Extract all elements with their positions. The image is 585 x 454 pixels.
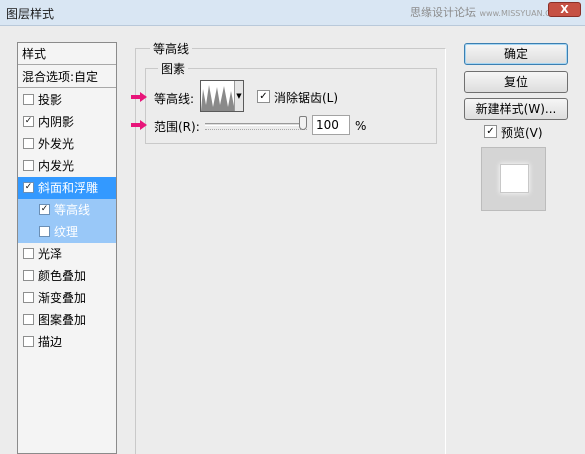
style-checkbox[interactable] <box>39 226 50 237</box>
range-value: 100 <box>316 118 339 132</box>
style-item[interactable]: ✓ 等高线 <box>18 199 116 221</box>
check-icon: ✓ <box>24 182 33 192</box>
style-checkbox[interactable]: ✓ <box>23 182 34 193</box>
style-item[interactable]: 光泽 <box>18 243 116 265</box>
style-item-label: 投影 <box>38 93 63 107</box>
style-item-label: 纹理 <box>54 225 79 239</box>
style-item[interactable]: 颜色叠加 <box>18 265 116 287</box>
style-item[interactable]: 内发光 <box>18 155 116 177</box>
style-checkbox[interactable] <box>23 336 34 347</box>
style-checkbox[interactable]: ✓ <box>39 204 50 215</box>
style-checkbox[interactable] <box>23 160 34 171</box>
ok-button-label: 确定 <box>503 47 528 61</box>
preview-checkbox[interactable]: ✓ <box>484 125 497 138</box>
style-item-label: 描边 <box>38 335 63 349</box>
style-list: 样式 混合选项:自定 投影 ✓ 内阴影外发光内发光 ✓ 斜面和浮雕 ✓ 等高线纹理光泽颜色叠… <box>17 42 117 454</box>
style-item[interactable]: ✓ 斜面和浮雕 <box>18 177 116 199</box>
style-item[interactable]: ✓ 内阴影 <box>18 111 116 133</box>
style-item-label: 光泽 <box>38 247 63 261</box>
anti-alias-checkbox[interactable]: ✓ <box>257 90 270 103</box>
window-title: 图层样式 <box>6 7 55 21</box>
arrow-right-icon <box>131 120 147 130</box>
close-icon: X <box>560 3 569 16</box>
watermark: 思缘设计论坛 www.MISSYUAN.COM <box>410 4 564 20</box>
style-checkbox[interactable]: ✓ <box>23 116 34 127</box>
style-item-label: 内发光 <box>38 159 75 173</box>
range-slider-thumb[interactable] <box>299 116 307 130</box>
style-item[interactable]: 外发光 <box>18 133 116 155</box>
range-slider-track[interactable] <box>205 123 307 126</box>
contour-curve-icon <box>201 85 235 111</box>
check-icon: ✓ <box>24 116 33 126</box>
style-item[interactable]: 渐变叠加 <box>18 287 116 309</box>
title-bar: 图层样式 思缘设计论坛 www.MISSYUAN.COM X <box>0 0 585 26</box>
range-unit: % <box>355 119 367 133</box>
style-list-header-label: 样式 <box>22 47 47 61</box>
new-style-button-label: 新建样式(W)... <box>475 102 557 116</box>
style-checkbox[interactable] <box>23 314 34 325</box>
check-icon: ✓ <box>486 126 495 137</box>
ok-button[interactable]: 确定 <box>464 43 568 65</box>
style-list-header[interactable]: 样式 <box>18 43 116 65</box>
style-checkbox[interactable] <box>23 94 34 105</box>
style-item-label: 等高线 <box>54 203 91 217</box>
style-item[interactable]: 纹理 <box>18 221 116 243</box>
style-item[interactable]: 投影 <box>18 89 116 111</box>
style-item-label: 斜面和浮雕 <box>38 181 99 195</box>
style-item-label: 外发光 <box>38 137 75 151</box>
style-item[interactable]: 描边 <box>18 331 116 353</box>
contour-label: 等高线: <box>154 92 195 106</box>
style-checkbox[interactable] <box>23 248 34 259</box>
check-icon: ✓ <box>259 91 268 102</box>
preview-label: 预览(V) <box>501 126 543 140</box>
style-item[interactable]: 图案叠加 <box>18 309 116 331</box>
anti-alias-label: 消除锯齿(L) <box>274 91 339 105</box>
reset-button[interactable]: 复位 <box>464 71 568 93</box>
style-checkbox[interactable] <box>23 292 34 303</box>
style-checkbox[interactable] <box>23 270 34 281</box>
arrow-right-icon <box>131 92 147 102</box>
contour-group-title: 等高线 <box>150 40 193 57</box>
blend-options-label: 混合选项:自定 <box>22 70 99 84</box>
contour-picker[interactable]: ▼ <box>200 80 244 112</box>
preview-swatch <box>481 147 546 211</box>
style-checkbox[interactable] <box>23 138 34 149</box>
style-item-label: 渐变叠加 <box>38 291 87 305</box>
style-item-label: 颜色叠加 <box>38 269 87 283</box>
check-icon: ✓ <box>40 204 49 214</box>
reset-button-label: 复位 <box>503 75 528 89</box>
range-input[interactable]: 100 <box>312 115 350 135</box>
watermark-text: 思缘设计论坛 <box>410 6 476 19</box>
blend-options-item[interactable]: 混合选项:自定 <box>18 66 116 88</box>
preview-sample <box>500 164 529 193</box>
close-button[interactable]: X <box>548 2 581 17</box>
elements-group-title: 图素 <box>158 60 189 77</box>
style-item-label: 图案叠加 <box>38 313 87 327</box>
new-style-button[interactable]: 新建样式(W)... <box>464 98 568 120</box>
range-label: 范围(R): <box>154 120 200 134</box>
chevron-down-icon[interactable]: ▼ <box>234 81 243 111</box>
style-item-label: 内阴影 <box>38 115 75 129</box>
range-slider-ticks <box>205 129 307 130</box>
